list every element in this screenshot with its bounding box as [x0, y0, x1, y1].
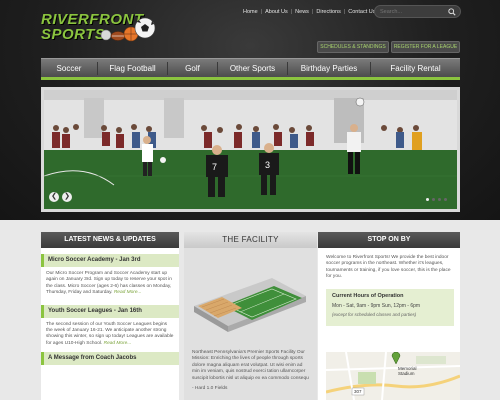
schedules-standings-button[interactable]: SCHEDULES & STANDINGS: [317, 41, 389, 53]
hours-line: Mon - Sat, 9am - 9pm Sun, 12pm - 6pm: [332, 302, 421, 309]
map-road-marker: 307: [354, 389, 362, 394]
news-item-body: The second session of our Youth Soccer L…: [41, 318, 179, 350]
hero-slider[interactable]: 7 3: [41, 87, 460, 212]
search-box: [374, 5, 461, 18]
news-heading: LATEST NEWS & UPDATES: [41, 232, 179, 248]
svg-text:3: 3: [265, 160, 270, 170]
news-item-text: Our Micro Soccer Program and Soccer Acad…: [46, 271, 172, 296]
location-map[interactable]: Memorial Stadium 307: [326, 352, 460, 400]
slider-dot[interactable]: [426, 198, 429, 201]
slider-dot[interactable]: [432, 198, 435, 201]
read-more-link[interactable]: Read More...: [114, 290, 142, 295]
facility-list-item: - Hard 1.0 Fields: [192, 386, 228, 392]
stop-intro: Welcome to Riverfront Sports! We provide…: [326, 255, 451, 280]
news-item-body: Our Micro Soccer Program and Soccer Acad…: [41, 267, 179, 299]
slider-prev-button[interactable]: ❮: [49, 192, 59, 202]
map-graphic: [326, 352, 460, 400]
topnav-directions[interactable]: Directions: [313, 9, 343, 15]
facility-description: Northeast Pennsylvania's Premier Sports …: [192, 350, 309, 381]
news-item-title[interactable]: Youth Soccer Leagues - Jan 16th: [41, 304, 179, 318]
hero-photo: 7 3: [44, 90, 457, 209]
register-league-button[interactable]: REGISTER FOR A LEAGUE: [391, 41, 460, 53]
nav-facility-rental[interactable]: Facility Rental: [371, 59, 460, 78]
slider-dot[interactable]: [438, 198, 441, 201]
hours-note: (except for scheduled classes and partie…: [332, 311, 417, 317]
topnav-news[interactable]: News: [292, 9, 312, 15]
sports-balls-icon: [100, 17, 156, 42]
hours-box: Current Hours of Operation Mon - Sat, 9a…: [326, 288, 454, 326]
search-input[interactable]: [380, 7, 446, 17]
slider-arrows: ❮ ❯: [49, 192, 72, 202]
search-icon[interactable]: [448, 8, 456, 16]
topnav-home[interactable]: Home: [240, 9, 261, 15]
slider-dots: [426, 198, 447, 201]
main-nav: Soccer Flag Football Golf Other Sports B…: [41, 58, 460, 80]
nav-birthday-parties[interactable]: Birthday Parties: [288, 59, 370, 78]
news-item-title[interactable]: Micro Soccer Academy - Jan 3rd: [41, 254, 179, 267]
page: RIVERFRONT SPORTS Home | About Us | News…: [0, 0, 500, 400]
map-label: Memorial Stadium: [398, 366, 417, 376]
nav-soccer[interactable]: Soccer: [41, 59, 97, 78]
hours-title: Current Hours of Operation: [332, 292, 404, 299]
slider-next-button[interactable]: ❯: [62, 192, 72, 202]
top-nav: Home | About Us | News | Directions | Co…: [240, 7, 378, 17]
nav-flag-football[interactable]: Flag Football: [98, 59, 167, 78]
facility-column: THE FACILITY Northeast Pennsylvania's Pr…: [184, 232, 317, 400]
slider-dot[interactable]: [444, 198, 447, 201]
facility-heading: THE FACILITY: [184, 232, 317, 248]
topnav-about[interactable]: About Us: [262, 9, 291, 15]
svg-text:7: 7: [212, 162, 217, 172]
map-label-line2: Stadium: [398, 371, 415, 376]
stop-column: STOP ON BY Welcome to Riverfront Sports!…: [318, 232, 460, 400]
news-item-title[interactable]: A Message from Coach Jacobs: [41, 352, 179, 366]
nav-other-sports[interactable]: Other Sports: [218, 59, 287, 78]
news-column: LATEST NEWS & UPDATES Micro Soccer Acade…: [41, 232, 179, 400]
read-more-link[interactable]: Read More...: [104, 341, 132, 346]
nav-golf[interactable]: Golf: [168, 59, 217, 78]
facility-render-image[interactable]: [184, 248, 317, 343]
stop-heading: STOP ON BY: [318, 232, 460, 248]
